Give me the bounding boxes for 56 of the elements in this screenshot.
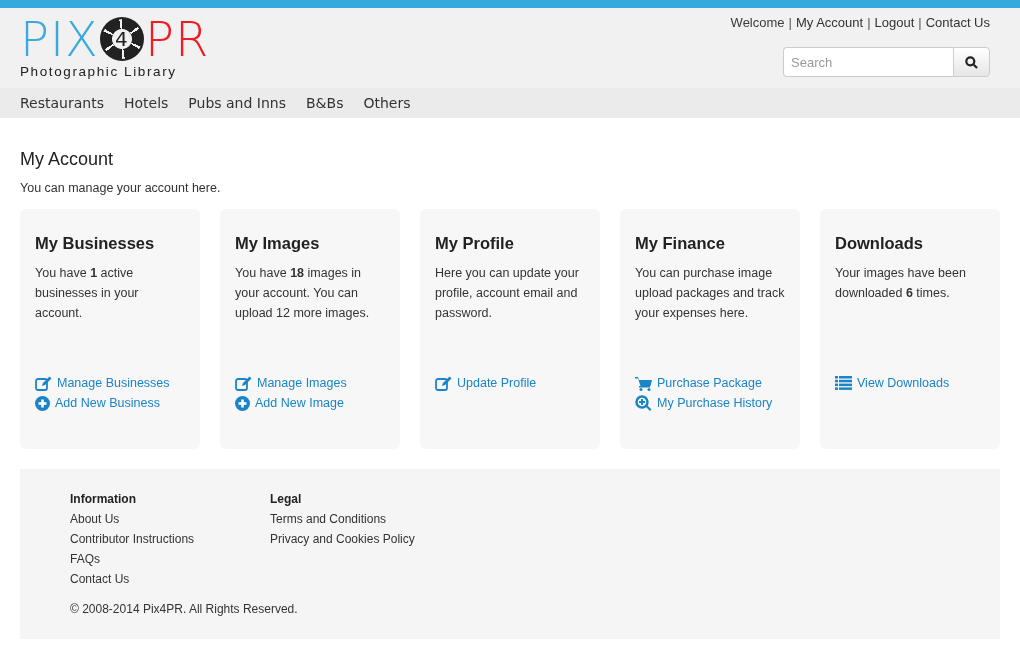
cart-icon <box>635 375 652 391</box>
header-link[interactable]: Logout <box>874 15 915 30</box>
edit-icon <box>235 375 252 391</box>
card-link[interactable]: Purchase Package <box>635 373 762 393</box>
card-title: My Profile <box>435 233 515 253</box>
footer-link[interactable]: Contributor Instructions <box>70 529 195 549</box>
card-link[interactable]: Update Profile <box>435 373 537 393</box>
card-text: You have 18 images in your account. You can upload 12 more images. <box>235 265 371 322</box>
footer-heading: Legal <box>270 491 303 508</box>
search-icon <box>965 55 978 69</box>
search-button[interactable] <box>953 47 990 77</box>
footer-heading: Information <box>70 491 137 508</box>
copyright-text: © 2008-2014 Pix4PR. All Rights Reserved. <box>70 601 299 618</box>
footer-link[interactable]: Terms and Conditions <box>270 509 387 529</box>
card-link[interactable]: My Purchase History <box>635 393 773 413</box>
edit-icon <box>435 375 452 391</box>
plus-circle-icon <box>35 395 50 411</box>
separator: | <box>788 15 792 30</box>
card-title: My Images <box>235 233 321 253</box>
card-link[interactable]: Add New Business <box>35 393 160 413</box>
card-link[interactable]: View Downloads <box>835 373 950 393</box>
search-field[interactable]: Search <box>783 47 953 77</box>
edit-icon <box>35 375 52 391</box>
separator: | <box>918 15 922 30</box>
logo-text: PIX <box>20 15 99 63</box>
card-link[interactable]: Manage Businesses <box>35 373 170 393</box>
footer-link[interactable]: Contact Us <box>70 569 130 589</box>
card-link[interactable]: Add New Image <box>235 393 344 413</box>
header-link[interactable]: Contact Us <box>925 15 990 30</box>
card-title: Downloads <box>835 233 924 253</box>
nav-link[interactable]: Restaurants <box>20 88 104 118</box>
card-text: You have 1 active businesses in your account. <box>35 265 140 322</box>
card-text: Here you can update your profile, account email and password. <box>435 265 580 322</box>
list-icon <box>835 376 852 390</box>
logo-text: 4 <box>100 17 144 61</box>
card-text: Your images have been downloaded 6 times. <box>835 265 967 302</box>
nav-link[interactable]: Hotels <box>123 88 169 118</box>
footer-link[interactable]: FAQs <box>70 549 100 569</box>
footer-link[interactable]: About Us <box>70 509 120 529</box>
intro-text: You can manage your account here. <box>20 180 222 197</box>
card-title: My Businesses <box>35 233 156 253</box>
header-link[interactable]: My Account <box>795 15 864 30</box>
page-title: My Account <box>20 148 115 170</box>
welcome-text: Welcome <box>730 15 785 30</box>
logo-text: PR <box>145 15 210 63</box>
nav-link[interactable]: Others <box>363 88 411 118</box>
footer-link[interactable]: Privacy and Cookies Policy <box>270 529 415 549</box>
nav-link[interactable]: B&Bs <box>306 88 344 118</box>
card-text: You can purchase image upload packages and track your expenses here. <box>635 265 785 322</box>
zoom-in-icon <box>635 394 652 412</box>
nav-link[interactable]: Pubs and Inns <box>188 88 286 118</box>
separator: | <box>867 15 871 30</box>
logo-tagline: Photographic Library <box>20 64 177 79</box>
card-link[interactable]: Manage Images <box>235 373 347 393</box>
plus-circle-icon <box>235 395 250 411</box>
card-title: My Finance <box>635 233 726 253</box>
